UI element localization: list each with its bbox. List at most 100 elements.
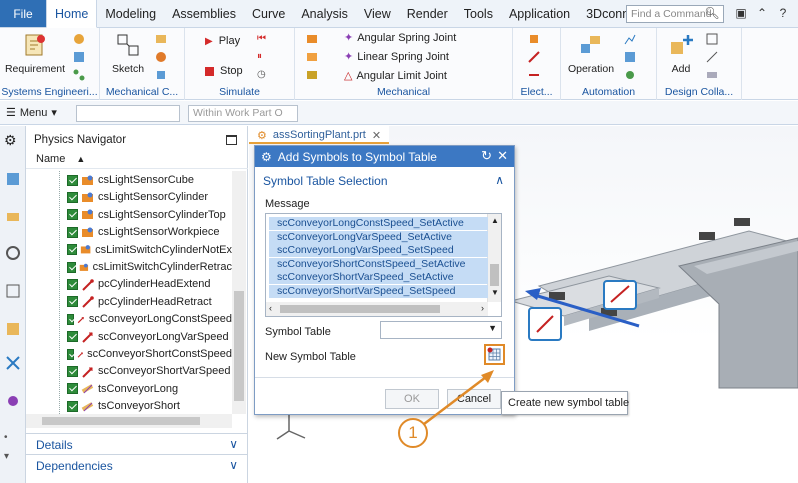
group-label[interactable]: Elect... <box>513 86 560 98</box>
scroll-left-icon[interactable]: ‹ <box>269 303 272 313</box>
checkbox[interactable] <box>67 278 78 290</box>
message-item[interactable]: scConveyorShortVarSpeed_SetActive <box>269 271 488 284</box>
more-icon[interactable]: • <box>4 432 22 450</box>
checkbox[interactable] <box>67 296 78 308</box>
search-icon[interactable]: 🔍︎ <box>704 6 720 22</box>
transport-icon[interactable] <box>305 68 319 82</box>
checkbox[interactable] <box>67 191 78 203</box>
tree-item[interactable]: csLightSensorCube <box>26 171 232 189</box>
checkbox[interactable] <box>67 209 78 221</box>
network-icon[interactable] <box>72 68 86 82</box>
message-item[interactable]: scConveyorShortVarSpeed_SetSpeed <box>269 284 488 298</box>
navigator-vertical-scrollbar[interactable] <box>232 171 246 414</box>
tab-render[interactable]: Render <box>399 0 456 27</box>
checkbox[interactable] <box>67 365 78 377</box>
tree-item[interactable]: csLightSensorCylinder <box>26 188 232 206</box>
diagram-icon[interactable] <box>72 50 86 64</box>
tree-item[interactable]: tsConveyorLong <box>26 380 232 398</box>
group-label[interactable]: Systems Engineeri... <box>0 86 99 98</box>
tree-item[interactable]: csLightSensorWorkpiece <box>26 223 232 241</box>
tree-item[interactable]: csLimitSwitchCylinderRetrac <box>26 258 232 276</box>
tab-analysis[interactable]: Analysis <box>293 0 356 27</box>
play-button[interactable]: ▶ Play <box>205 35 240 47</box>
expand-icon[interactable]: ▾ <box>4 451 22 469</box>
checkbox[interactable] <box>67 226 78 238</box>
symbol-table-select[interactable]: ▼ <box>380 321 502 339</box>
checkbox[interactable] <box>67 244 77 256</box>
tab-assemblies[interactable]: Assemblies <box>164 0 244 27</box>
tab-application[interactable]: Application <box>501 0 578 27</box>
checkbox[interactable] <box>67 261 76 273</box>
block-icon[interactable] <box>154 32 168 46</box>
dependencies-panel[interactable]: Dependencies ∨ <box>26 454 248 475</box>
section-header[interactable]: Symbol Table Selection <box>263 174 388 188</box>
tree-item[interactable]: csLimitSwitchCylinderNotEx <box>26 241 232 259</box>
collision-body-icon[interactable] <box>305 50 319 64</box>
ok-button[interactable]: OK <box>385 389 439 409</box>
chevron-up-icon[interactable]: ∧ <box>495 173 504 187</box>
checkbox[interactable] <box>67 383 78 395</box>
pause-icon[interactable]: ⏸ <box>257 51 262 62</box>
message-item[interactable]: scConveyorLongVarSpeed_SetActive <box>269 230 488 244</box>
tab-home[interactable]: Home <box>46 0 98 28</box>
requirement-button[interactable]: Requirement <box>4 32 66 75</box>
model-icon[interactable] <box>72 32 86 46</box>
chart-icon[interactable] <box>623 32 637 46</box>
cancel-button[interactable]: Cancel <box>447 389 501 409</box>
cube-icon[interactable] <box>154 68 168 82</box>
scrollbar-thumb[interactable] <box>280 305 440 313</box>
collapse-ribbon-icon[interactable]: ⌃ <box>754 6 770 22</box>
tree-item[interactable]: scConveyorLongVarSpeed <box>26 328 232 346</box>
help-icon[interactable]: ? <box>775 6 791 22</box>
scrollbar-thumb[interactable] <box>42 417 200 425</box>
constraint-icon[interactable] <box>705 32 719 46</box>
checkbox[interactable] <box>67 348 74 360</box>
details-panel[interactable]: Details ∨ <box>26 433 248 454</box>
checkbox[interactable] <box>67 174 78 186</box>
tree-item[interactable]: scConveyorShortConstSpeed <box>26 345 232 363</box>
navigator-horizontal-scrollbar[interactable] <box>26 414 232 428</box>
checkbox[interactable] <box>67 331 78 343</box>
message-list[interactable]: ▲ ▼ ‹ › scConveyorLongConstSpeed_SetActi… <box>265 213 502 317</box>
tree-item[interactable]: pcCylinderHeadRetract <box>26 293 232 311</box>
document-tab[interactable]: ⚙ assSortingPlant.prt ✕ <box>249 126 390 144</box>
scroll-down-icon[interactable]: ▼ <box>491 288 499 297</box>
add-button[interactable]: Add <box>661 32 701 75</box>
scroll-right-icon[interactable]: › <box>481 303 484 313</box>
tab-view[interactable]: View <box>356 0 399 27</box>
assembly-icon[interactable] <box>705 68 719 82</box>
group-label[interactable]: Mechanical <box>295 86 512 98</box>
tab-tools[interactable]: Tools <box>456 0 501 27</box>
file-tab[interactable]: File <box>0 0 46 27</box>
symbol-icon[interactable] <box>623 68 637 82</box>
tree-item[interactable]: csLightSensorCylinderTop <box>26 206 232 224</box>
actuator-icon[interactable] <box>527 50 541 64</box>
assembly-navigator-icon[interactable] <box>4 170 22 188</box>
reuse-library-icon[interactable] <box>4 244 22 262</box>
group-label[interactable]: Automation <box>561 86 656 98</box>
runtime-inspector-icon[interactable] <box>4 392 22 410</box>
sequence-editor-icon[interactable] <box>4 320 22 338</box>
message-item[interactable]: scConveyorShortConstSpeed_SetActive <box>269 257 488 271</box>
scroll-up-icon[interactable]: ▲ <box>491 216 499 225</box>
checkbox[interactable] <box>67 400 78 412</box>
message-item[interactable]: scConveyorLongConstSpeed_SetActive <box>269 217 488 230</box>
parameters-icon[interactable] <box>4 282 22 300</box>
rewind-icon[interactable]: ⏮ <box>257 33 266 44</box>
group-label[interactable]: Design Colla... <box>657 86 741 98</box>
menu-button[interactable]: ☰ Menu ▾ <box>6 106 57 120</box>
signal-table-icon[interactable] <box>623 50 637 64</box>
group-label[interactable]: Simulate <box>185 86 294 98</box>
rigid-body-icon[interactable] <box>305 32 319 46</box>
move-icon[interactable] <box>705 50 719 64</box>
angular-limit-joint-button[interactable]: △ Angular Limit Joint <box>344 69 447 83</box>
settings-icon[interactable]: ⚙ <box>4 132 22 150</box>
checkbox[interactable] <box>67 313 75 325</box>
sensor-icon[interactable] <box>527 32 541 46</box>
column-header-name[interactable]: Name ▲ <box>26 153 248 169</box>
group-label[interactable]: Mechanical C... <box>100 86 184 98</box>
dialog-title-bar[interactable]: ⚙ Add Symbols to Symbol Table ↻ ✕ <box>255 146 514 167</box>
part-icon[interactable] <box>154 50 168 64</box>
physics-navigator-icon[interactable] <box>4 208 22 226</box>
close-icon[interactable]: ✕ <box>372 129 381 142</box>
